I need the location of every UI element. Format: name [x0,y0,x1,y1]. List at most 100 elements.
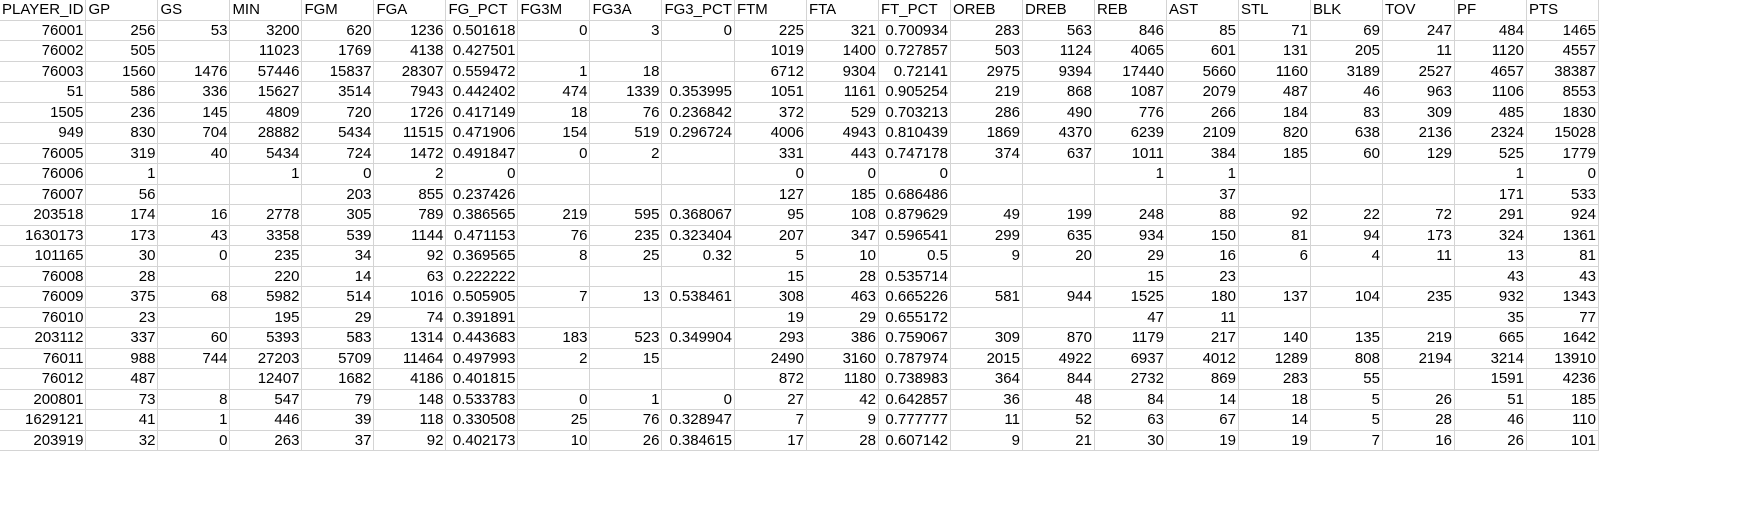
cell-blk[interactable] [1310,163,1383,185]
cell-gs[interactable] [157,266,231,287]
cell-gs[interactable]: 1476 [157,61,231,82]
cell-ast[interactable]: 67 [1166,409,1239,431]
cell-dreb[interactable]: 490 [1022,102,1095,123]
cell-gp[interactable]: 28 [85,266,159,287]
cell-dreb[interactable]: 637 [1022,143,1095,164]
header-cell-ast[interactable]: AST [1166,0,1239,21]
cell-gs[interactable]: 0 [157,245,231,267]
cell-fga[interactable]: 1472 [373,143,447,164]
cell-fga[interactable]: 11464 [373,348,447,369]
cell-stl[interactable]: 140 [1238,327,1311,349]
cell-fg3m[interactable]: 0 [517,20,591,41]
cell-reb[interactable]: 47 [1094,307,1167,328]
cell-blk[interactable]: 4 [1310,245,1383,267]
cell-fta[interactable]: 1161 [806,81,879,103]
cell-fg3a[interactable]: 25 [589,245,663,267]
cell-fg3-pct[interactable]: 0.368067 [661,204,735,226]
cell-gs[interactable] [157,40,231,62]
cell-reb[interactable]: 29 [1094,245,1167,267]
cell-dreb[interactable]: 870 [1022,327,1095,349]
cell-player-id[interactable]: 1629121 [0,409,87,431]
cell-pts[interactable]: 101 [1526,430,1599,451]
cell-fgm[interactable]: 3514 [301,81,375,103]
cell-tov[interactable]: 72 [1382,204,1455,226]
cell-fg-pct[interactable]: 0.559472 [445,61,519,82]
cell-min[interactable]: 5434 [229,143,303,164]
cell-pf[interactable]: 171 [1454,184,1527,205]
cell-ft-pct[interactable]: 0.905254 [878,81,951,103]
cell-ast[interactable]: 4012 [1166,348,1239,369]
cell-reb[interactable]: 84 [1094,389,1167,410]
cell-tov[interactable]: 28 [1382,409,1455,431]
cell-fg3m[interactable] [517,368,591,390]
cell-player-id[interactable]: 203919 [0,430,87,451]
cell-fg-pct[interactable]: 0.402173 [445,430,519,451]
cell-stl[interactable] [1238,266,1311,287]
cell-player-id[interactable]: 51 [0,81,87,103]
cell-fg3a[interactable]: 519 [589,122,663,144]
cell-min[interactable]: 2778 [229,204,303,226]
cell-player-id[interactable]: 76010 [0,307,87,328]
cell-gp[interactable]: 586 [85,81,159,103]
cell-ast[interactable]: 2109 [1166,122,1239,144]
cell-fga[interactable]: 118 [373,409,447,431]
cell-fg3a[interactable]: 76 [589,102,663,123]
cell-fg-pct[interactable]: 0.391891 [445,307,519,328]
cell-ftm[interactable]: 293 [734,327,807,349]
cell-pts[interactable]: 1361 [1526,225,1599,246]
cell-ftm[interactable]: 4006 [734,122,807,144]
cell-ftm[interactable]: 872 [734,368,807,390]
cell-min[interactable]: 15627 [229,81,303,103]
cell-fg-pct[interactable]: 0.417149 [445,102,519,123]
cell-player-id[interactable]: 1505 [0,102,87,123]
cell-dreb[interactable]: 563 [1022,20,1095,41]
cell-blk[interactable]: 5 [1310,389,1383,410]
cell-oreb[interactable]: 9 [950,245,1023,267]
cell-fga[interactable]: 1236 [373,20,447,41]
cell-reb[interactable]: 6937 [1094,348,1167,369]
cell-fgm[interactable]: 539 [301,225,375,246]
cell-pts[interactable]: 924 [1526,204,1599,226]
cell-fg3a[interactable] [589,163,663,185]
cell-fg3m[interactable] [517,307,591,328]
cell-ftm[interactable]: 95 [734,204,807,226]
cell-fg-pct[interactable]: 0.222222 [445,266,519,287]
header-cell-gs[interactable]: GS [157,0,231,21]
cell-fg3-pct[interactable]: 0.32 [661,245,735,267]
cell-fgm[interactable]: 14 [301,266,375,287]
cell-tov[interactable]: 16 [1382,430,1455,451]
cell-pf[interactable]: 43 [1454,266,1527,287]
cell-fta[interactable]: 463 [806,286,879,308]
cell-ftm[interactable]: 127 [734,184,807,205]
cell-stl[interactable]: 1160 [1238,61,1311,82]
header-cell-ft-pct[interactable]: FT_PCT [878,0,951,21]
cell-tov[interactable] [1382,184,1455,205]
header-cell-min[interactable]: MIN [229,0,303,21]
cell-oreb[interactable]: 286 [950,102,1023,123]
cell-dreb[interactable]: 868 [1022,81,1095,103]
cell-ast[interactable]: 5660 [1166,61,1239,82]
cell-ft-pct[interactable]: 0.535714 [878,266,951,287]
cell-gp[interactable]: 1 [85,163,159,185]
cell-fg-pct[interactable]: 0.491847 [445,143,519,164]
cell-ast[interactable]: 85 [1166,20,1239,41]
cell-pf[interactable]: 932 [1454,286,1527,308]
cell-pf[interactable]: 2324 [1454,122,1527,144]
cell-oreb[interactable] [950,163,1023,185]
cell-ftm[interactable]: 308 [734,286,807,308]
cell-fg3m[interactable]: 25 [517,409,591,431]
cell-dreb[interactable] [1022,307,1095,328]
cell-dreb[interactable]: 52 [1022,409,1095,431]
cell-player-id[interactable]: 76002 [0,40,87,62]
cell-gs[interactable]: 744 [157,348,231,369]
cell-fgm[interactable]: 39 [301,409,375,431]
cell-oreb[interactable] [950,307,1023,328]
cell-fg3a[interactable]: 15 [589,348,663,369]
cell-blk[interactable] [1310,184,1383,205]
cell-ft-pct[interactable]: 0.777777 [878,409,951,431]
cell-ftm[interactable]: 7 [734,409,807,431]
cell-player-id[interactable]: 76012 [0,368,87,390]
cell-fgm[interactable]: 620 [301,20,375,41]
cell-reb[interactable]: 2732 [1094,368,1167,390]
cell-dreb[interactable]: 4370 [1022,122,1095,144]
